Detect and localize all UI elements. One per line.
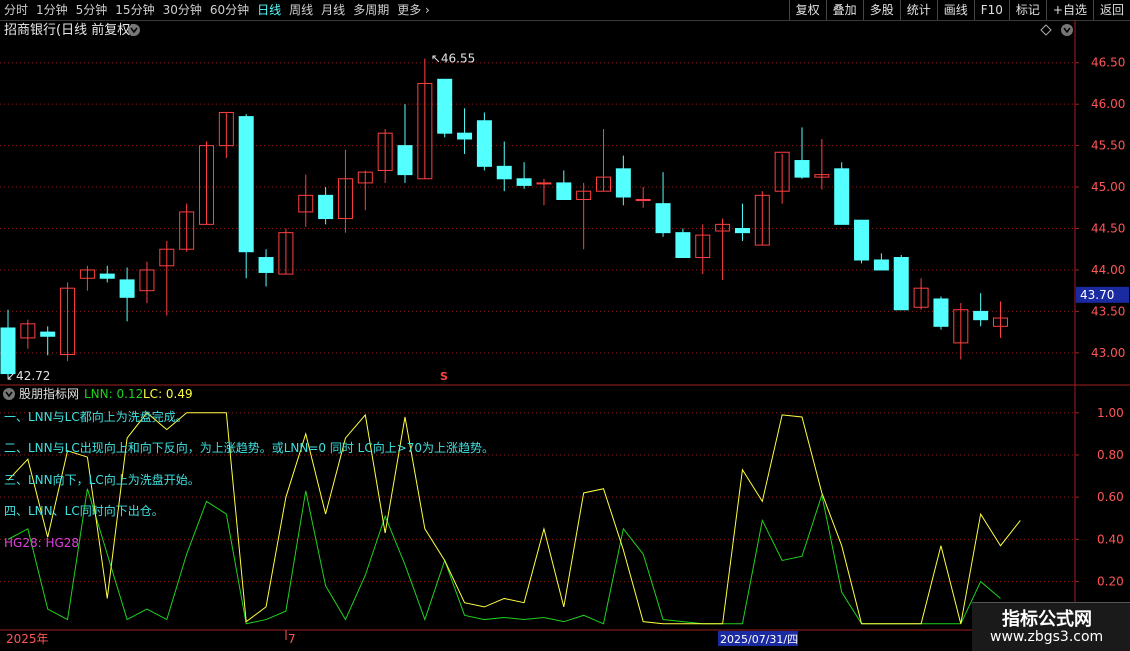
toolbar-button[interactable]: 标记: [1008, 0, 1046, 20]
candle-body: [635, 198, 651, 201]
toolbar-button[interactable]: F10: [973, 0, 1009, 20]
period-tab[interactable]: 15分钟: [111, 0, 158, 20]
candle-body: [0, 327, 16, 375]
price-tick-label: 46.00: [1091, 97, 1125, 111]
period-tab[interactable]: 更多 ›: [393, 0, 434, 20]
toolbar-button[interactable]: 画线: [936, 0, 974, 20]
period-tab[interactable]: 1分钟: [32, 0, 72, 20]
candle-body: [893, 257, 909, 311]
month-label: 7: [288, 632, 296, 646]
price-tick-label: 44.50: [1091, 222, 1125, 236]
period-tab[interactable]: 多周期: [349, 0, 393, 20]
price-tick-label: 45.00: [1091, 180, 1125, 194]
watermark-url: www.zbgs3.com: [990, 629, 1104, 645]
toolbar-button[interactable]: 叠加: [825, 0, 863, 20]
candle-body: [933, 298, 949, 327]
candle-body: [615, 168, 631, 198]
title-dropdown-icon: [128, 24, 140, 36]
price-tick-label: 43.00: [1091, 346, 1125, 360]
candle-body: [496, 165, 512, 180]
period-tab[interactable]: 周线: [285, 0, 317, 20]
candle-body: [397, 145, 413, 176]
period-tab[interactable]: 60分钟: [206, 0, 253, 20]
candle-body: [854, 219, 870, 261]
period-tab[interactable]: 月线: [317, 0, 349, 20]
candle-body: [258, 257, 274, 273]
candle-body: [655, 203, 671, 234]
period-tab[interactable]: 5分钟: [72, 0, 112, 20]
year-label: 2025年: [6, 632, 49, 646]
period-tab[interactable]: 分时: [0, 0, 32, 20]
diamond-icon: [1040, 24, 1052, 36]
candle-body: [99, 273, 115, 279]
candle-body: [516, 178, 532, 186]
indicator-tick-label: 0.60: [1097, 490, 1124, 504]
candle-body: [556, 182, 572, 200]
indicator-note: 一、LNN与LC都向上为洗盘完成。: [4, 409, 188, 424]
hg28-label: HG28: HG28: [4, 536, 79, 550]
candle-body: [457, 132, 473, 140]
indicator-title: 股朋指标网: [19, 386, 79, 401]
toolbar-button[interactable]: 返回: [1092, 0, 1130, 20]
high-price-label: ↖46.55: [431, 52, 475, 66]
toolbar-button[interactable]: 统计: [899, 0, 937, 20]
watermark: 指标公式网 www.zbgs3.com: [972, 602, 1130, 651]
indicator-note: 四、LNN、LC同时向下出仓。: [4, 503, 164, 518]
toolbar-button[interactable]: 复权: [788, 0, 826, 20]
candle-body: [675, 232, 691, 259]
watermark-title: 指标公式网: [1002, 609, 1092, 630]
toolbar-button[interactable]: 多股: [862, 0, 900, 20]
candle-body: [318, 194, 334, 220]
chart-area[interactable]: 43.00 43.50 44.00 44.50 45.00 45.50 46.00 46.50…: [0, 20, 1130, 650]
period-tabs: 分时 1分钟 5分钟 15分钟 30分钟 60分钟 日线 周线 月线 多周期 更多 ›: [0, 0, 434, 20]
last-price-label: 43.70: [1080, 288, 1114, 302]
low-price-label: ↙42.72: [6, 369, 50, 383]
candle-body: [794, 160, 810, 178]
indicator-tick-label: 0.40: [1097, 532, 1124, 546]
period-tab[interactable]: 30分钟: [159, 0, 206, 20]
price-tick-label: 45.50: [1091, 139, 1125, 153]
indicator-note: 三、LNN向下，LC向上为洗盘开始。: [4, 472, 200, 487]
candle-body: [476, 120, 492, 167]
candle-body: [834, 168, 850, 225]
toolbar-right-buttons: 复权 叠加 多股 统计 画线 F10 标记 +自选 返回: [788, 0, 1130, 20]
indicator-tick-label: 0.80: [1097, 448, 1124, 462]
period-toolbar: 分时 1分钟 5分钟 15分钟 30分钟 60分钟 日线 周线 月线 多周期 更多 › 复权 叠加 多股…: [0, 0, 1130, 21]
period-tab[interactable]: 日线: [253, 0, 285, 20]
price-tick-label: 46.50: [1091, 56, 1125, 70]
indicator-tick-label: 0.20: [1097, 575, 1124, 589]
s-marker: S: [440, 370, 448, 383]
candle-body: [437, 78, 453, 134]
candle-body: [973, 310, 989, 321]
candle-body: [40, 331, 56, 337]
lc-value-label: LC: 0.49: [143, 387, 193, 401]
indicator-tick-label: 1.00: [1097, 406, 1124, 420]
candle-body: [536, 182, 552, 185]
candle-body: [873, 259, 889, 271]
candle-body: [119, 279, 135, 298]
candle-body: [238, 116, 254, 253]
price-tick-label: 44.00: [1091, 263, 1125, 277]
candle-body: [734, 228, 750, 234]
lnn-value-label: LNN: 0.12: [84, 387, 143, 401]
toolbar-button[interactable]: +自选: [1045, 0, 1093, 20]
indicator-note: 二、LNN与LC出现向上和向下反向，为上涨趋势。或LNN=0 同时 LC向上>7…: [4, 440, 494, 455]
panel-menu-icon: [1061, 24, 1073, 36]
price-tick-label: 43.50: [1091, 304, 1125, 318]
stock-title: 招商银行(日线 前复权): [4, 22, 135, 38]
indicator-menu-icon: [3, 388, 15, 400]
date-cursor-label: 2025/07/31/四: [720, 633, 798, 646]
